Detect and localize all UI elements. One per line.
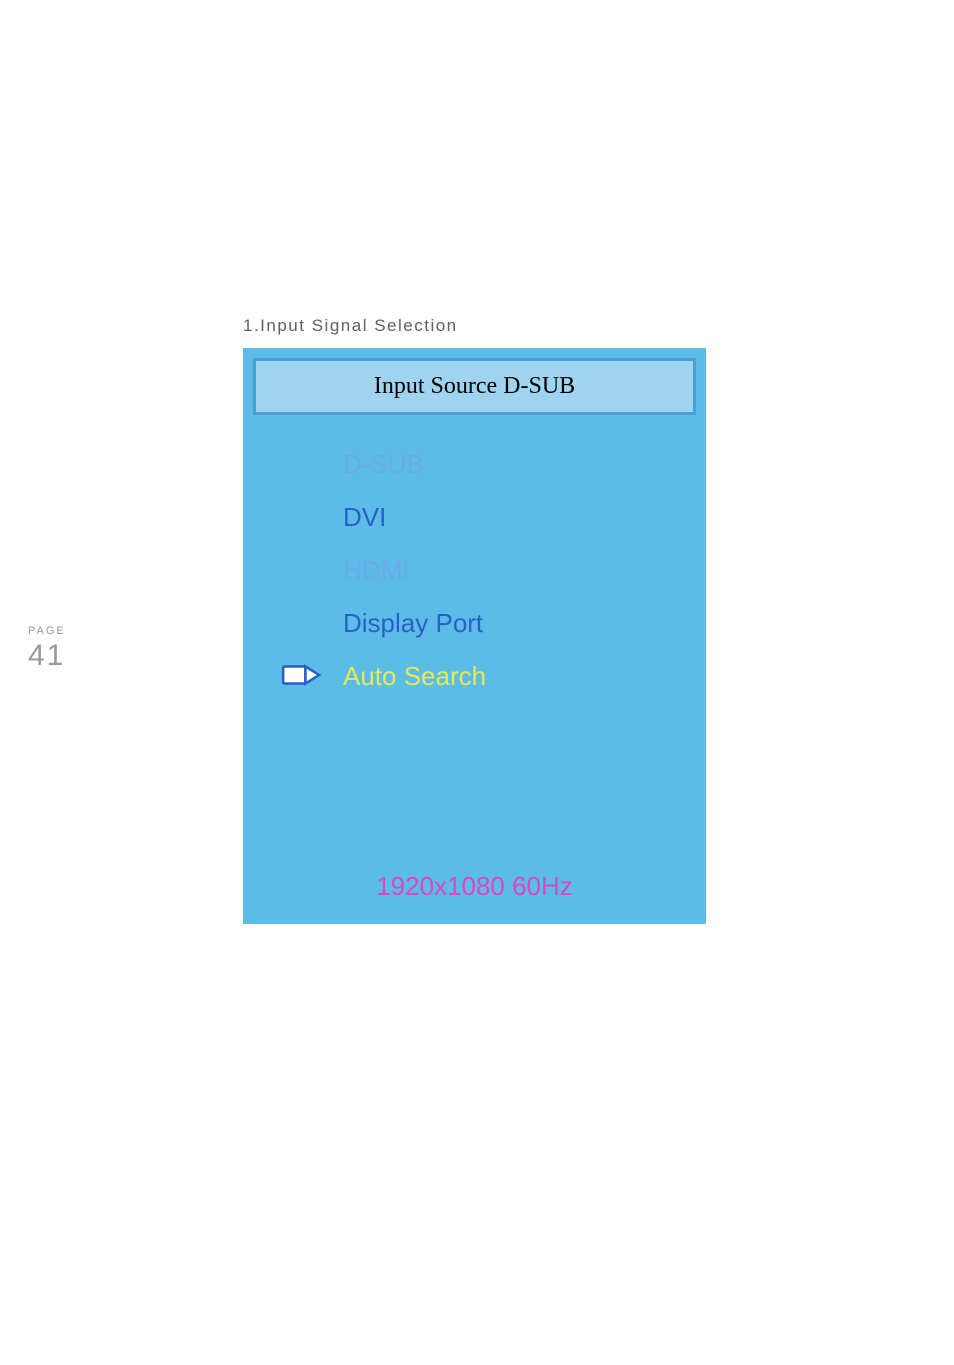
osd-options-list: D-SUB DVI HDMI Display Port Auto Search	[247, 421, 702, 692]
page-indicator: PAGE 41	[28, 625, 66, 673]
option-dvi[interactable]: DVI	[343, 502, 702, 533]
osd-menu: Input Source D-SUB D-SUB DVI HDMI Displa…	[243, 348, 706, 924]
option-displayport[interactable]: Display Port	[343, 608, 702, 639]
osd-header-prefix: Input Source	[374, 373, 503, 399]
osd-header-value: D-SUB	[503, 373, 575, 399]
osd-header: Input Source D-SUB	[253, 358, 696, 415]
option-autosearch-label: Auto Search	[343, 661, 486, 691]
pointer-icon	[281, 663, 323, 687]
page-number: 41	[28, 639, 66, 673]
resolution-status: 1920x1080 60Hz	[247, 871, 702, 902]
section-heading: 1.Input Signal Selection	[243, 316, 458, 336]
option-hdmi[interactable]: HDMI	[343, 555, 702, 586]
option-autosearch[interactable]: Auto Search	[343, 661, 702, 692]
option-dsub[interactable]: D-SUB	[343, 449, 702, 480]
page-label-text: PAGE	[28, 625, 66, 637]
